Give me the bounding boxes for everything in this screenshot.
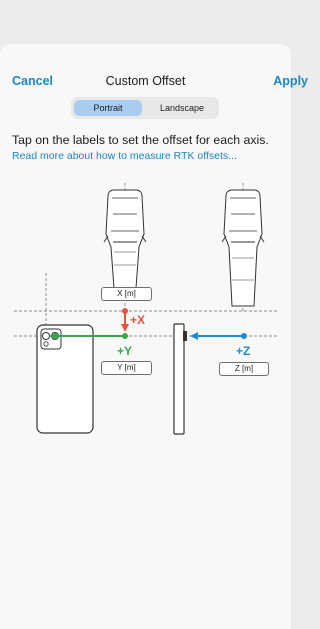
orientation-segmented-control: Portrait Landscape: [71, 97, 219, 119]
phone-side-icon: [173, 323, 187, 435]
rtk-receiver-front-icon: [103, 189, 147, 289]
y-direction-text: +Y: [117, 344, 133, 358]
x-direction-text: +X: [130, 313, 146, 327]
apply-button[interactable]: Apply: [273, 74, 308, 88]
x-axis-arrow: [121, 308, 129, 332]
rtk-offsets-help-link[interactable]: Read more about how to measure RTK offse…: [12, 150, 237, 162]
segment-portrait[interactable]: Portrait: [74, 100, 142, 116]
z-direction-text: +Z: [236, 344, 251, 358]
z-axis-arrow: [190, 332, 247, 340]
x-offset-label[interactable]: X [m]: [101, 287, 152, 301]
phone-back-icon: [36, 324, 94, 434]
page-title: Custom Offset: [105, 74, 186, 88]
rtk-receiver-side-icon: [221, 189, 265, 307]
offset-diagram: [14, 183, 277, 435]
segment-landscape[interactable]: Landscape: [148, 100, 216, 116]
z-offset-label[interactable]: Z [m]: [219, 362, 269, 376]
instructions-text: Tap on the labels to set the offset for …: [12, 133, 269, 147]
y-offset-label[interactable]: Y [m]: [101, 361, 152, 375]
